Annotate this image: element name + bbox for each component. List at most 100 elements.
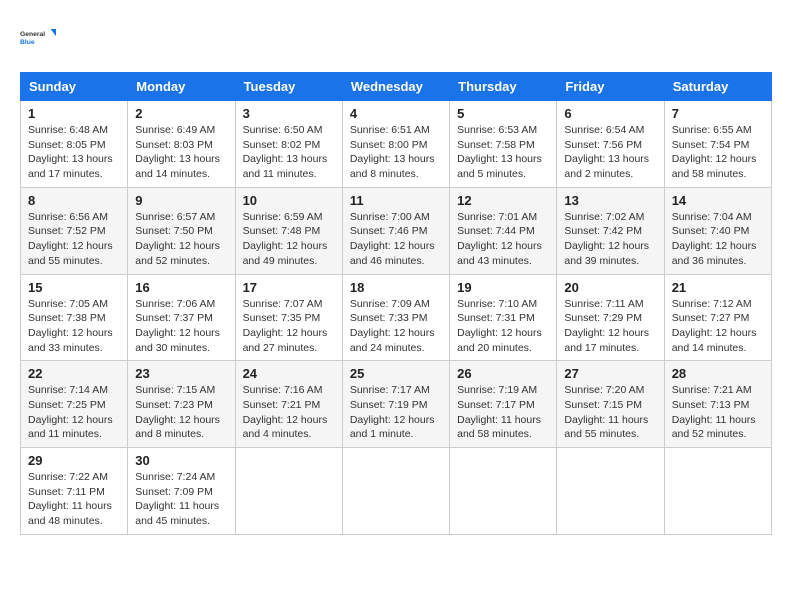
- svg-text:General: General: [20, 31, 45, 38]
- calendar-cell: 1 Sunrise: 6:48 AM Sunset: 8:05 PM Dayli…: [21, 101, 128, 188]
- day-number: 30: [135, 453, 227, 468]
- day-number: 10: [243, 193, 335, 208]
- calendar-cell: 28 Sunrise: 7:21 AM Sunset: 7:13 PM Dayl…: [664, 361, 771, 448]
- calendar-cell: 29 Sunrise: 7:22 AM Sunset: 7:11 PM Dayl…: [21, 448, 128, 535]
- day-number: 18: [350, 280, 442, 295]
- calendar-cell: [557, 448, 664, 535]
- weekday-header-tuesday: Tuesday: [235, 73, 342, 101]
- day-info: Sunrise: 6:50 AM Sunset: 8:02 PM Dayligh…: [243, 123, 335, 182]
- day-number: 9: [135, 193, 227, 208]
- day-info: Sunrise: 7:06 AM Sunset: 7:37 PM Dayligh…: [135, 297, 227, 356]
- weekday-header-saturday: Saturday: [664, 73, 771, 101]
- day-number: 13: [564, 193, 656, 208]
- calendar-cell: 25 Sunrise: 7:17 AM Sunset: 7:19 PM Dayl…: [342, 361, 449, 448]
- calendar-cell: 26 Sunrise: 7:19 AM Sunset: 7:17 PM Dayl…: [450, 361, 557, 448]
- weekday-header-friday: Friday: [557, 73, 664, 101]
- day-number: 24: [243, 366, 335, 381]
- calendar-cell: 23 Sunrise: 7:15 AM Sunset: 7:23 PM Dayl…: [128, 361, 235, 448]
- day-info: Sunrise: 7:16 AM Sunset: 7:21 PM Dayligh…: [243, 383, 335, 442]
- day-number: 7: [672, 106, 764, 121]
- day-number: 3: [243, 106, 335, 121]
- calendar-cell: 10 Sunrise: 6:59 AM Sunset: 7:48 PM Dayl…: [235, 187, 342, 274]
- day-number: 27: [564, 366, 656, 381]
- calendar-cell: [664, 448, 771, 535]
- day-info: Sunrise: 6:59 AM Sunset: 7:48 PM Dayligh…: [243, 210, 335, 269]
- calendar-cell: 11 Sunrise: 7:00 AM Sunset: 7:46 PM Dayl…: [342, 187, 449, 274]
- calendar-table: SundayMondayTuesdayWednesdayThursdayFrid…: [20, 72, 772, 535]
- day-number: 1: [28, 106, 120, 121]
- calendar-cell: 2 Sunrise: 6:49 AM Sunset: 8:03 PM Dayli…: [128, 101, 235, 188]
- day-info: Sunrise: 7:15 AM Sunset: 7:23 PM Dayligh…: [135, 383, 227, 442]
- day-number: 25: [350, 366, 442, 381]
- calendar-cell: 8 Sunrise: 6:56 AM Sunset: 7:52 PM Dayli…: [21, 187, 128, 274]
- day-number: 19: [457, 280, 549, 295]
- calendar-week-5: 29 Sunrise: 7:22 AM Sunset: 7:11 PM Dayl…: [21, 448, 772, 535]
- calendar-cell: 22 Sunrise: 7:14 AM Sunset: 7:25 PM Dayl…: [21, 361, 128, 448]
- day-number: 15: [28, 280, 120, 295]
- day-number: 20: [564, 280, 656, 295]
- day-info: Sunrise: 7:11 AM Sunset: 7:29 PM Dayligh…: [564, 297, 656, 356]
- day-number: 6: [564, 106, 656, 121]
- calendar-cell: 16 Sunrise: 7:06 AM Sunset: 7:37 PM Dayl…: [128, 274, 235, 361]
- calendar-cell: 5 Sunrise: 6:53 AM Sunset: 7:58 PM Dayli…: [450, 101, 557, 188]
- calendar-cell: [342, 448, 449, 535]
- calendar-cell: 24 Sunrise: 7:16 AM Sunset: 7:21 PM Dayl…: [235, 361, 342, 448]
- day-info: Sunrise: 7:17 AM Sunset: 7:19 PM Dayligh…: [350, 383, 442, 442]
- calendar-cell: 12 Sunrise: 7:01 AM Sunset: 7:44 PM Dayl…: [450, 187, 557, 274]
- calendar-cell: 9 Sunrise: 6:57 AM Sunset: 7:50 PM Dayli…: [128, 187, 235, 274]
- calendar-cell: 20 Sunrise: 7:11 AM Sunset: 7:29 PM Dayl…: [557, 274, 664, 361]
- calendar-cell: [235, 448, 342, 535]
- calendar-cell: 30 Sunrise: 7:24 AM Sunset: 7:09 PM Dayl…: [128, 448, 235, 535]
- weekday-header-thursday: Thursday: [450, 73, 557, 101]
- calendar-cell: 6 Sunrise: 6:54 AM Sunset: 7:56 PM Dayli…: [557, 101, 664, 188]
- day-number: 12: [457, 193, 549, 208]
- day-number: 16: [135, 280, 227, 295]
- day-number: 23: [135, 366, 227, 381]
- svg-text:Blue: Blue: [20, 39, 35, 46]
- calendar-cell: 18 Sunrise: 7:09 AM Sunset: 7:33 PM Dayl…: [342, 274, 449, 361]
- day-info: Sunrise: 7:04 AM Sunset: 7:40 PM Dayligh…: [672, 210, 764, 269]
- calendar-week-4: 22 Sunrise: 7:14 AM Sunset: 7:25 PM Dayl…: [21, 361, 772, 448]
- day-number: 22: [28, 366, 120, 381]
- day-info: Sunrise: 6:51 AM Sunset: 8:00 PM Dayligh…: [350, 123, 442, 182]
- logo: General Blue: [20, 20, 56, 56]
- day-info: Sunrise: 7:21 AM Sunset: 7:13 PM Dayligh…: [672, 383, 764, 442]
- day-info: Sunrise: 7:12 AM Sunset: 7:27 PM Dayligh…: [672, 297, 764, 356]
- calendar-cell: 7 Sunrise: 6:55 AM Sunset: 7:54 PM Dayli…: [664, 101, 771, 188]
- day-info: Sunrise: 7:02 AM Sunset: 7:42 PM Dayligh…: [564, 210, 656, 269]
- calendar-week-1: 1 Sunrise: 6:48 AM Sunset: 8:05 PM Dayli…: [21, 101, 772, 188]
- day-number: 2: [135, 106, 227, 121]
- day-info: Sunrise: 7:01 AM Sunset: 7:44 PM Dayligh…: [457, 210, 549, 269]
- calendar-cell: 17 Sunrise: 7:07 AM Sunset: 7:35 PM Dayl…: [235, 274, 342, 361]
- day-info: Sunrise: 6:48 AM Sunset: 8:05 PM Dayligh…: [28, 123, 120, 182]
- calendar-cell: 14 Sunrise: 7:04 AM Sunset: 7:40 PM Dayl…: [664, 187, 771, 274]
- calendar-cell: 19 Sunrise: 7:10 AM Sunset: 7:31 PM Dayl…: [450, 274, 557, 361]
- calendar-cell: 4 Sunrise: 6:51 AM Sunset: 8:00 PM Dayli…: [342, 101, 449, 188]
- day-number: 8: [28, 193, 120, 208]
- weekday-header-wednesday: Wednesday: [342, 73, 449, 101]
- day-info: Sunrise: 7:00 AM Sunset: 7:46 PM Dayligh…: [350, 210, 442, 269]
- day-number: 4: [350, 106, 442, 121]
- day-number: 17: [243, 280, 335, 295]
- day-info: Sunrise: 7:20 AM Sunset: 7:15 PM Dayligh…: [564, 383, 656, 442]
- calendar-cell: 21 Sunrise: 7:12 AM Sunset: 7:27 PM Dayl…: [664, 274, 771, 361]
- day-info: Sunrise: 6:57 AM Sunset: 7:50 PM Dayligh…: [135, 210, 227, 269]
- day-info: Sunrise: 6:55 AM Sunset: 7:54 PM Dayligh…: [672, 123, 764, 182]
- calendar-week-2: 8 Sunrise: 6:56 AM Sunset: 7:52 PM Dayli…: [21, 187, 772, 274]
- day-number: 11: [350, 193, 442, 208]
- calendar-cell: [450, 448, 557, 535]
- calendar-week-3: 15 Sunrise: 7:05 AM Sunset: 7:38 PM Dayl…: [21, 274, 772, 361]
- day-info: Sunrise: 6:49 AM Sunset: 8:03 PM Dayligh…: [135, 123, 227, 182]
- day-info: Sunrise: 6:53 AM Sunset: 7:58 PM Dayligh…: [457, 123, 549, 182]
- day-number: 28: [672, 366, 764, 381]
- day-info: Sunrise: 6:56 AM Sunset: 7:52 PM Dayligh…: [28, 210, 120, 269]
- calendar-cell: 27 Sunrise: 7:20 AM Sunset: 7:15 PM Dayl…: [557, 361, 664, 448]
- day-info: Sunrise: 6:54 AM Sunset: 7:56 PM Dayligh…: [564, 123, 656, 182]
- day-info: Sunrise: 7:05 AM Sunset: 7:38 PM Dayligh…: [28, 297, 120, 356]
- day-info: Sunrise: 7:10 AM Sunset: 7:31 PM Dayligh…: [457, 297, 549, 356]
- day-info: Sunrise: 7:09 AM Sunset: 7:33 PM Dayligh…: [350, 297, 442, 356]
- logo-icon: General Blue: [20, 20, 56, 56]
- calendar-cell: 13 Sunrise: 7:02 AM Sunset: 7:42 PM Dayl…: [557, 187, 664, 274]
- weekday-header-monday: Monday: [128, 73, 235, 101]
- day-number: 26: [457, 366, 549, 381]
